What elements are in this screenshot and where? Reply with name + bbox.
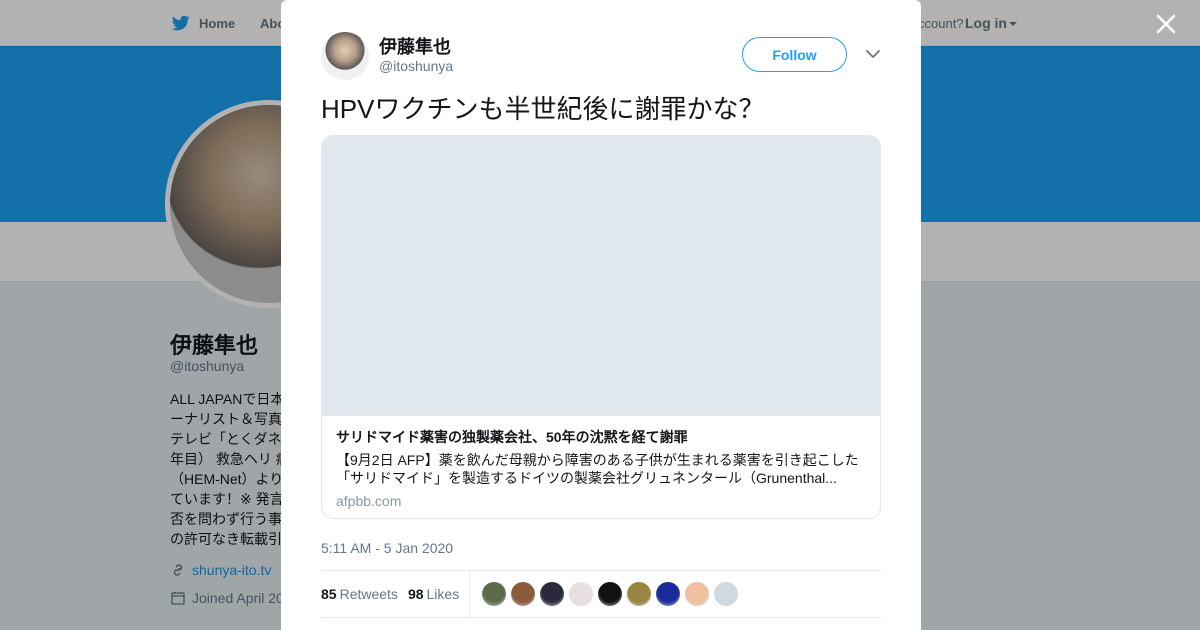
- chevron-down-icon[interactable]: [865, 48, 881, 60]
- stats-separator: [469, 571, 471, 617]
- likes-label: Likes: [426, 586, 460, 602]
- follow-button[interactable]: Follow: [742, 37, 847, 72]
- link-card[interactable]: サリドマイド薬害の独製薬会社、50年の沈黙を経て謝罪 【9月2日 AFP】薬を飲…: [321, 135, 881, 519]
- liker-avatar[interactable]: [540, 582, 565, 606]
- liker-avatar[interactable]: [598, 582, 623, 606]
- tweet-stats: 85 Retweets 98 Likes: [321, 571, 881, 617]
- card-description: 【9月2日 AFP】薬を飲んだ母親から障害のある子供が生まれる薬害を引き起こした…: [336, 451, 866, 487]
- tweet-timestamp[interactable]: 5:11 AM - 5 Jan 2020: [321, 540, 453, 556]
- likes-stat[interactable]: 98 Likes: [408, 586, 459, 602]
- liker-avatar[interactable]: [482, 582, 507, 606]
- liker-avatar[interactable]: [569, 582, 594, 606]
- liker-avatar[interactable]: [627, 582, 652, 606]
- card-body: サリドマイド薬害の独製薬会社、50年の沈黙を経て謝罪 【9月2日 AFP】薬を飲…: [322, 416, 880, 509]
- liker-avatar[interactable]: [685, 582, 710, 606]
- likes-count: 98: [407, 586, 424, 602]
- liker-avatar[interactable]: [656, 582, 681, 606]
- card-title: サリドマイド薬害の独製薬会社、50年の沈黙を経て謝罪: [336, 429, 688, 445]
- liker-avatar[interactable]: [511, 582, 536, 606]
- tweet-text: HPVワクチンも半世紀後に謝罪かな？: [321, 94, 765, 124]
- tweet-modal: 伊藤隼也 @itoshunya Follow HPVワクチンも半世紀後に謝罪かな…: [281, 0, 921, 630]
- retweets-label: Retweets: [339, 586, 398, 602]
- liker-avatars: [482, 582, 739, 606]
- card-image: [322, 136, 880, 416]
- liker-avatar[interactable]: [714, 582, 739, 606]
- retweets-stat[interactable]: 85 Retweets: [321, 586, 398, 602]
- close-icon[interactable]: [1152, 10, 1180, 38]
- author-name[interactable]: 伊藤隼也: [379, 33, 451, 59]
- divider: [321, 617, 881, 618]
- card-description-line: 「サリドマイド」を製造するドイツの製薬会社グリュネンタール（Grunenthal…: [336, 470, 837, 486]
- author-avatar[interactable]: [321, 32, 369, 80]
- card-domain: afpbb.com: [336, 493, 402, 509]
- card-description-line: 【9月2日 AFP】薬を飲んだ母親から障害のある子供が生まれる薬害を引き起こした: [336, 452, 859, 468]
- author-handle[interactable]: @itoshunya: [379, 58, 453, 74]
- retweets-count: 85: [321, 586, 337, 602]
